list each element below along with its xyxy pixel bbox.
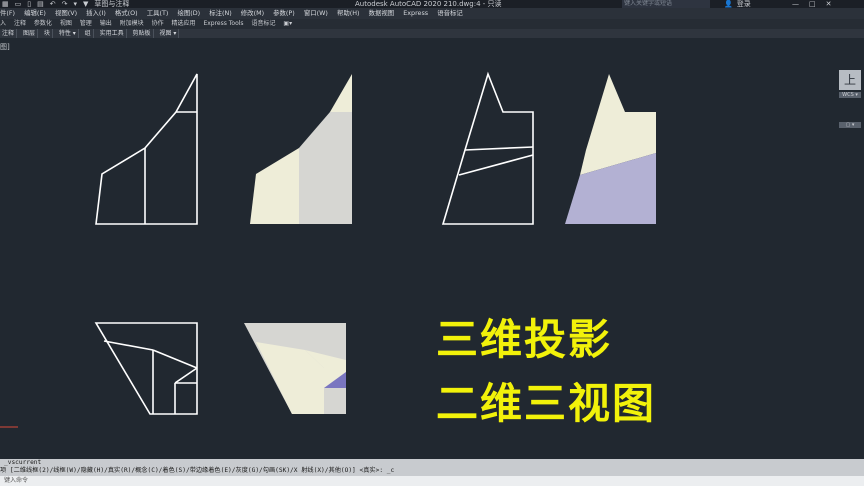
tab-insert[interactable]: 入 — [0, 19, 6, 29]
panel-utilities[interactable]: 实用工具 — [98, 29, 127, 38]
overlay-title-2d-three-views: 二维三视图 — [436, 379, 657, 428]
ribbon-options-icon[interactable]: ▣▾ — [283, 19, 292, 29]
ucs-icon — [0, 426, 18, 428]
panel-properties[interactable]: 特性 ▾ — [57, 29, 79, 38]
menu-modify[interactable]: 修改(M) — [241, 8, 264, 19]
plot-icon[interactable]: ▤ — [37, 0, 44, 8]
window-controls: — □ ✕ — [792, 0, 832, 8]
maximize-button[interactable]: □ — [809, 0, 816, 8]
quick-access-toolbar: ▦ ▭ ▯ ▤ ↶ ↷ ▾ ▼ 草图与注释 — [2, 0, 129, 8]
user-area[interactable]: 👤 登录 — [724, 0, 751, 8]
menu-data-view[interactable]: 数据视图 — [369, 8, 395, 19]
sign-in-label[interactable]: 登录 — [737, 0, 751, 8]
dropdown-icon[interactable]: ▾ — [73, 0, 77, 8]
panel-groups[interactable]: 组 — [83, 29, 94, 38]
tab-manage[interactable]: 管理 — [80, 19, 92, 29]
menu-help[interactable]: 帮助(H) — [337, 8, 360, 19]
command-history: _vscurrent 项 [二维线框(2)/线框(W)/隐藏(H)/真实(R)/… — [0, 459, 864, 476]
command-history-line: _vscurrent — [4, 459, 42, 466]
open-icon[interactable]: ▭ — [15, 0, 22, 8]
menu-express[interactable]: Express — [403, 8, 428, 19]
command-history-line: 项 [二维线框(2)/线框(W)/隐藏(H)/真实(R)/概念(C)/着色(S)… — [0, 467, 395, 474]
command-input[interactable]: 键入命令 — [0, 476, 864, 486]
menu-tools[interactable]: 工具(T) — [147, 8, 169, 19]
tab-parametric[interactable]: 参数化 — [34, 19, 52, 29]
wcs-selector[interactable]: WCS ▾ — [839, 92, 861, 98]
tab-annotate[interactable]: 注释 — [14, 19, 26, 29]
menu-window[interactable]: 窗口(W) — [304, 8, 328, 19]
tab-featured-apps[interactable]: 精选应用 — [172, 19, 196, 29]
title-bar: ▦ ▭ ▯ ▤ ↶ ↷ ▾ ▼ 草图与注释 Autodesk AutoCAD 2… — [0, 0, 864, 8]
menu-format[interactable]: 格式(O) — [115, 8, 138, 19]
panel-block[interactable]: 块 — [42, 29, 53, 38]
print-icon[interactable]: ▯ — [27, 0, 31, 8]
tab-voice-markup[interactable]: 语音标记 — [251, 19, 275, 29]
top-view-wireframe — [94, 322, 198, 415]
side-view-wireframe — [441, 71, 534, 225]
top-view-shaded — [244, 323, 346, 414]
window-title: Autodesk AutoCAD 2020 210.dwg:4 - 只读 — [355, 0, 502, 8]
tab-collaborate[interactable]: 协作 — [152, 19, 164, 29]
save-icon[interactable]: ▦ — [2, 0, 9, 8]
overlay-title-3d-projection: 三维投影 — [436, 315, 613, 364]
undo-icon[interactable]: ↶ — [50, 0, 56, 8]
ribbon-panels: 注释 图层 块 特性 ▾ 组 实用工具 剪贴板 视图 ▾ — [0, 29, 864, 38]
tab-view[interactable]: 视图 — [60, 19, 72, 29]
menu-view[interactable]: 视图(V) — [55, 8, 77, 19]
panel-annotate[interactable]: 注释 — [0, 29, 18, 38]
menu-parameter[interactable]: 参数(P) — [273, 8, 295, 19]
close-button[interactable]: ✕ — [826, 0, 832, 8]
workspace-switch-icon[interactable]: ▼ — [83, 0, 88, 8]
tab-express-tools[interactable]: Express Tools — [203, 19, 243, 29]
tab-addins[interactable]: 附加模块 — [120, 19, 144, 29]
menu-dimension[interactable]: 标注(N) — [209, 8, 232, 19]
minimize-button[interactable]: — — [792, 0, 799, 8]
menu-edit[interactable]: 编辑(E) — [24, 8, 46, 19]
menu-draw[interactable]: 绘图(D) — [177, 8, 200, 19]
menu-voice-markup[interactable]: 语音标记 — [437, 8, 463, 19]
redo-icon[interactable]: ↷ — [62, 0, 68, 8]
front-view-wireframe — [95, 73, 198, 225]
panel-layers[interactable]: 图层 — [21, 29, 38, 38]
command-prompt-placeholder[interactable]: 键入命令 — [0, 477, 28, 484]
search-input[interactable]: 键入关键字或短语 — [622, 0, 710, 8]
user-icon: 👤 — [724, 0, 733, 8]
panel-clipboard[interactable]: 剪贴板 — [131, 29, 154, 38]
tab-output[interactable]: 输出 — [100, 19, 112, 29]
front-view-shaded — [250, 74, 352, 224]
panel-view[interactable]: 视图 ▾ — [157, 29, 180, 38]
menu-bar: 件(F) 编辑(E) 视图(V) 插入(I) 格式(O) 工具(T) 绘图(D)… — [0, 8, 864, 19]
ribbon-tabs: 入 注释 参数化 视图 管理 输出 附加模块 协作 精选应用 Express T… — [0, 19, 864, 29]
drawing-canvas[interactable] — [0, 38, 864, 458]
navigation-bar-toggle[interactable]: ▢ ▾ — [839, 122, 861, 128]
menu-insert[interactable]: 插入(I) — [86, 8, 106, 19]
menu-file[interactable]: 件(F) — [0, 8, 15, 19]
workspace-selector[interactable]: 草图与注释 — [94, 0, 129, 8]
viewcube[interactable]: 上 — [839, 70, 861, 90]
side-view-shaded — [565, 74, 656, 224]
